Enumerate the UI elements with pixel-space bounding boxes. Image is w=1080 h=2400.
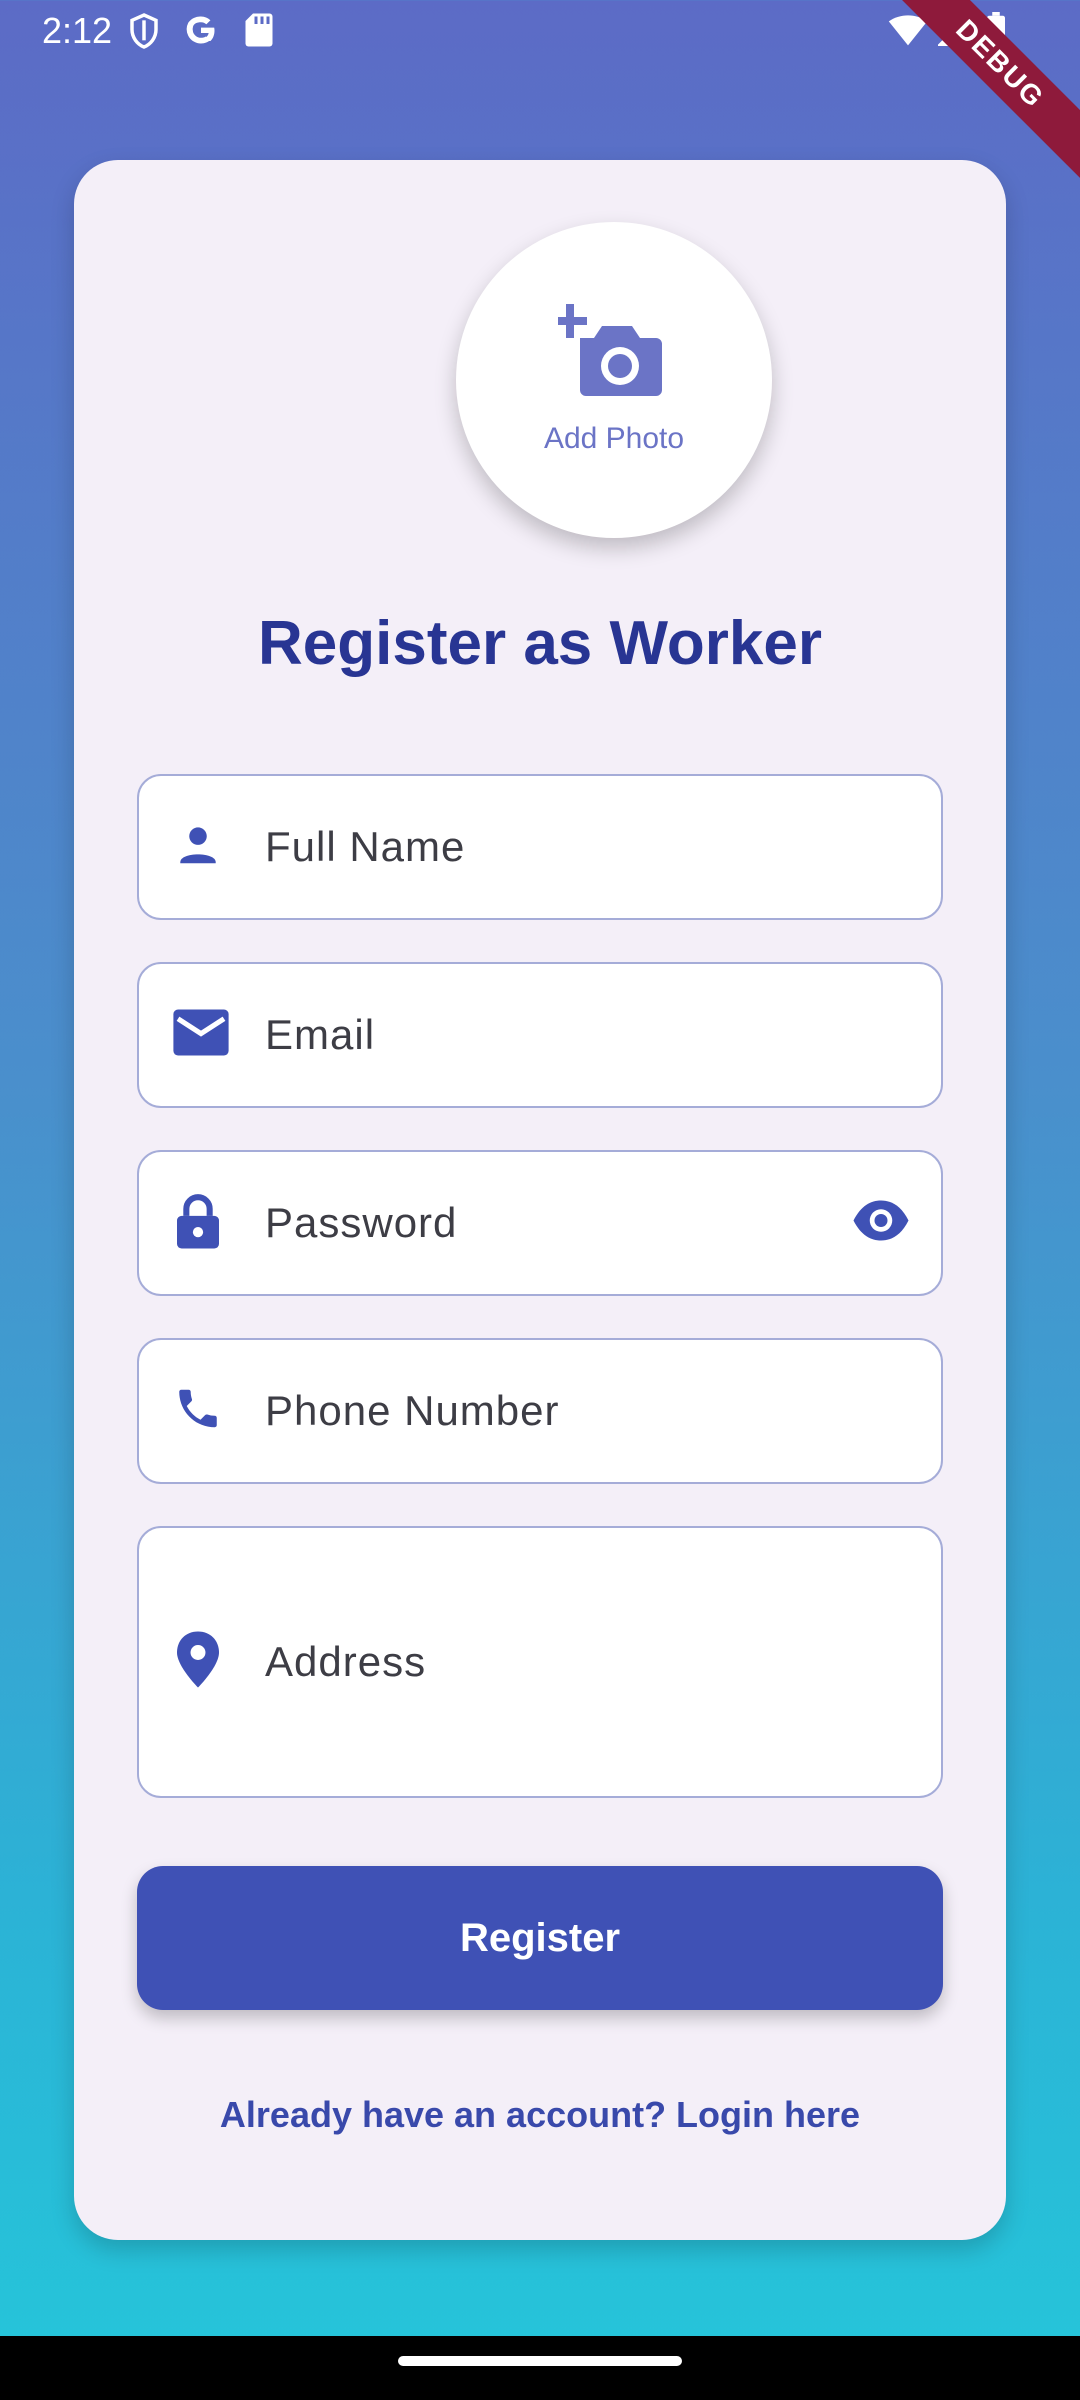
person-icon xyxy=(173,820,223,875)
email-field[interactable]: Email xyxy=(137,962,943,1108)
add-photo-label: Add Photo xyxy=(543,422,685,455)
status-time: 2:12 xyxy=(42,10,113,51)
email-placeholder: Email xyxy=(265,1011,376,1058)
status-bar: 2:12 DEBUG xyxy=(0,0,1080,188)
home-gesture-handle[interactable] xyxy=(398,2356,682,2366)
add-a-photo-icon xyxy=(553,298,670,403)
password-placeholder: Password xyxy=(265,1199,458,1246)
visibility-icon[interactable] xyxy=(851,1200,911,1246)
google-icon xyxy=(183,12,219,57)
add-photo-button[interactable]: Add Photo xyxy=(456,222,772,538)
register-card: Add Photo Register as Worker Full Name E… xyxy=(74,160,1006,2240)
email-icon xyxy=(173,1009,229,1061)
address-field[interactable]: Address xyxy=(137,1526,943,1798)
full-name-field[interactable]: Full Name xyxy=(137,774,943,920)
page-title: Register as Worker xyxy=(258,609,822,678)
phone-icon xyxy=(173,1384,223,1439)
address-placeholder: Address xyxy=(265,1638,427,1685)
shield-icon xyxy=(128,12,160,59)
sd-card-icon xyxy=(244,12,274,57)
phone-field[interactable]: Phone Number xyxy=(137,1338,943,1484)
navigation-bar xyxy=(0,2336,1080,2400)
password-field[interactable]: Password xyxy=(137,1150,943,1296)
lock-icon xyxy=(173,1193,223,1254)
login-link[interactable]: Already have an account? Login here xyxy=(74,2094,1006,2136)
location-pin-icon xyxy=(173,1631,223,1693)
phone-placeholder: Phone Number xyxy=(265,1387,560,1434)
full-name-placeholder: Full Name xyxy=(265,823,466,870)
register-button[interactable]: Register xyxy=(137,1866,943,2010)
